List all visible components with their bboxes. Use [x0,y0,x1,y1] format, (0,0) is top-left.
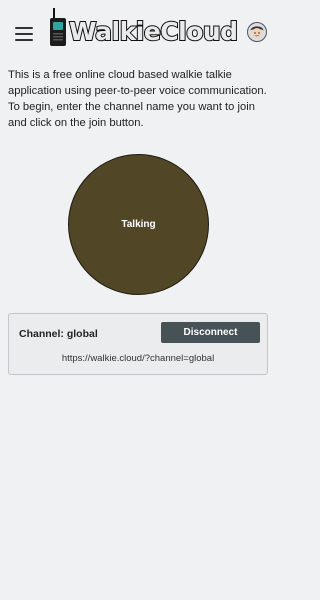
app-header: WalkieCloud [0,0,277,62]
app-title: WalkieCloud [68,17,239,47]
disconnect-button[interactable]: Disconnect [161,322,260,343]
hamburger-menu-icon[interactable] [15,27,33,41]
intro-text: This is a free online cloud based walkie… [8,69,267,129]
user-avatar-icon[interactable] [247,22,267,42]
push-to-talk-button[interactable]: Talking [68,154,209,295]
talk-button-label: Talking [121,219,156,230]
channel-label: Channel: global [19,328,98,340]
walkie-talkie-icon [50,8,66,46]
app-logo: WalkieCloud [48,8,239,48]
channel-card: Channel: global Disconnect https://walki… [8,313,268,375]
channel-url[interactable]: https://walkie.cloud/?channel=global [9,353,267,364]
